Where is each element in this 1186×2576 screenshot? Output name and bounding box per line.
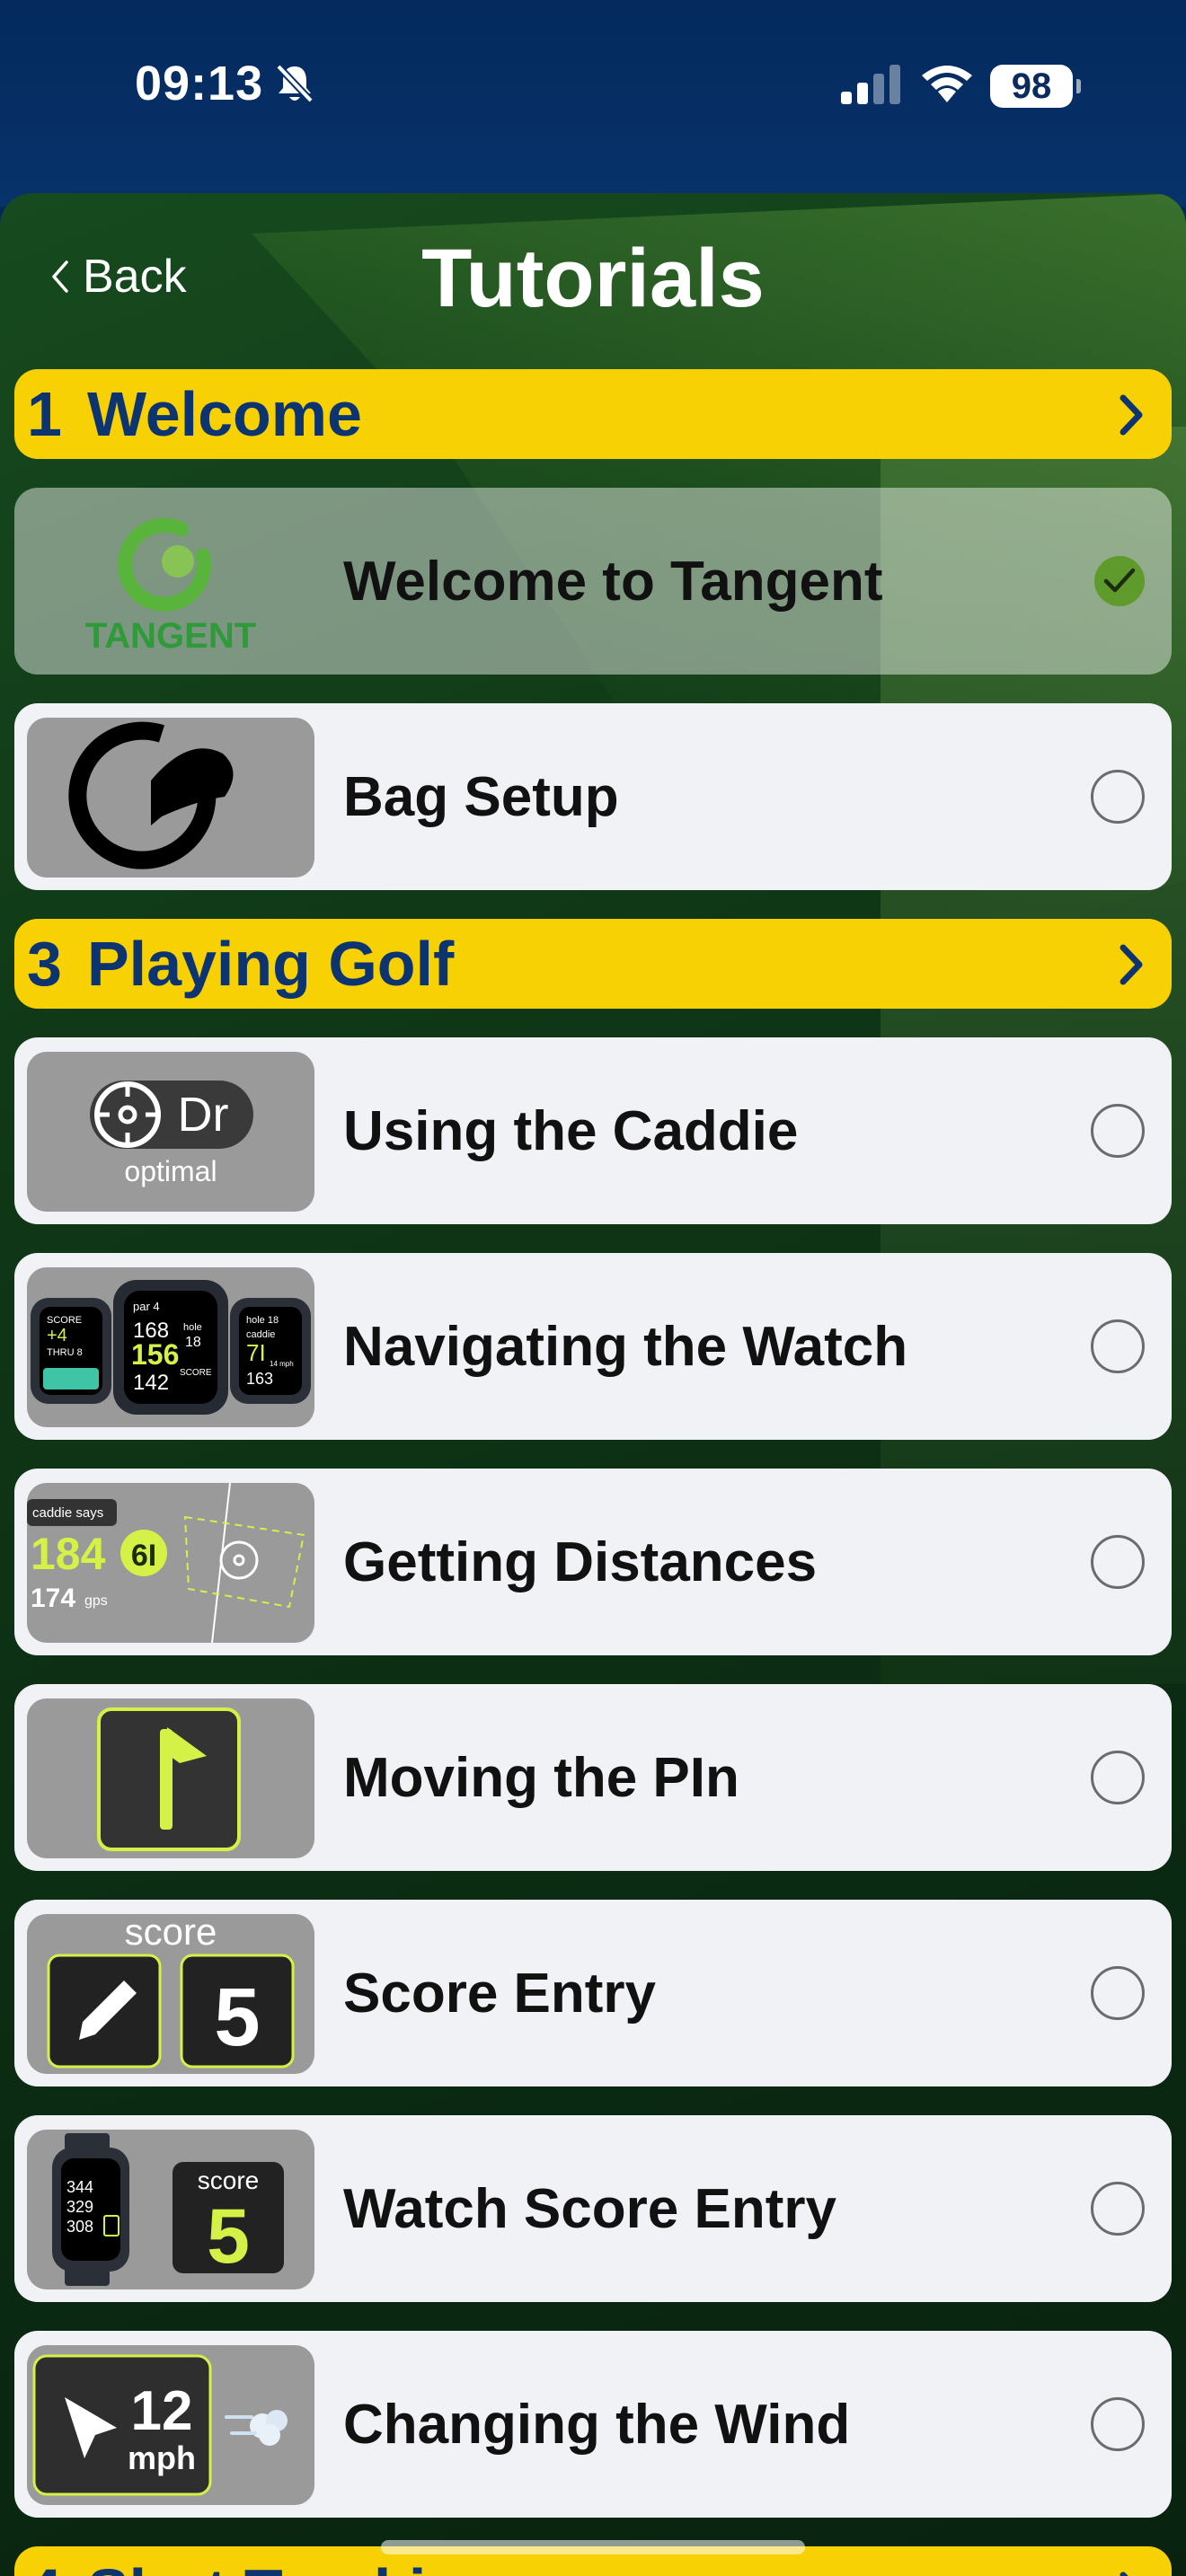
incomplete-radio-icon	[1091, 1751, 1145, 1804]
bell-muted-icon	[276, 64, 314, 103]
chevron-right-icon	[1120, 944, 1143, 985]
section-title: Shot Tracking	[87, 2555, 503, 2576]
status-time: 09:13	[135, 57, 264, 110]
tutorial-row-watch-score-entry[interactable]: 344 329 308 score 5 Watch Score Entry	[14, 2115, 1172, 2302]
tangent-logo-text: TANGENT	[85, 616, 256, 656]
svg-text:7I: 7I	[246, 1339, 266, 1366]
incomplete-radio-icon	[1091, 770, 1145, 824]
section-number: 3	[27, 929, 62, 999]
svg-text:5: 5	[207, 2193, 250, 2280]
tutorial-row-bag-setup[interactable]: Bag Setup	[14, 703, 1172, 890]
wifi-icon	[922, 66, 972, 102]
svg-text:optimal: optimal	[124, 1155, 217, 1187]
watch-score-icon: 344 329 308 score 5	[27, 2130, 314, 2289]
chevron-right-icon	[1120, 394, 1143, 436]
tutorial-label: Using the Caddie	[343, 1099, 799, 1162]
tutorial-label: Changing the Wind	[343, 2393, 851, 2456]
tutorial-label: Welcome to Tangent	[343, 550, 883, 613]
svg-text:18: 18	[185, 1335, 201, 1350]
tutorial-label: Navigating the Watch	[343, 1315, 908, 1378]
svg-text:184: 184	[31, 1529, 106, 1579]
svg-text:THRU 8: THRU 8	[47, 1347, 83, 1358]
svg-text:mph: mph	[128, 2439, 196, 2476]
svg-text:5: 5	[214, 1972, 260, 2063]
wind-icon: 12 mph	[27, 2345, 314, 2505]
caddie-icon: Dr optimal	[27, 1052, 314, 1212]
tutorial-row-getting-distances[interactable]: caddie says 184 6I 174 gps Getting Dista…	[14, 1469, 1172, 1655]
svg-text:156: 156	[131, 1338, 179, 1371]
tangent-logo-icon: TANGENT	[27, 502, 314, 662]
svg-text:hole 18: hole 18	[246, 1315, 279, 1326]
tutorial-label: Score Entry	[343, 1962, 657, 2025]
section-header-welcome[interactable]: 1 Welcome	[14, 369, 1172, 459]
svg-text:SCORE: SCORE	[47, 1315, 82, 1326]
battery-indicator: 98	[990, 65, 1081, 108]
chevron-right-icon	[1120, 2572, 1128, 2576]
tutorial-row-changing-the-wind[interactable]: 12 mph Changing the Wind	[14, 2331, 1172, 2518]
svg-text:163: 163	[246, 1370, 273, 1388]
pin-flag-icon	[27, 1698, 314, 1858]
incomplete-radio-icon	[1091, 2182, 1145, 2236]
tutorial-label: Bag Setup	[343, 765, 619, 828]
tutorial-row-moving-the-pin[interactable]: Moving the PIn	[14, 1684, 1172, 1871]
section-number: 1	[27, 379, 62, 449]
tutorial-label: Getting Distances	[343, 1531, 818, 1593]
svg-text:12: 12	[131, 2380, 193, 2442]
svg-text:6I: 6I	[131, 1539, 156, 1573]
tutorial-row-score-entry[interactable]: score 5 Score Entry	[14, 1900, 1172, 2086]
incomplete-radio-icon	[1091, 2397, 1145, 2451]
tutorial-row-using-the-caddie[interactable]: Dr optimal Using the Caddie	[14, 1037, 1172, 1224]
svg-text:+4: +4	[47, 1326, 67, 1345]
cellular-signal-icon	[841, 65, 900, 104]
incomplete-radio-icon	[1091, 1535, 1145, 1589]
svg-text:hole: hole	[183, 1322, 202, 1333]
bag-setup-icon	[27, 718, 314, 878]
tutorial-label: Watch Score Entry	[343, 2177, 836, 2240]
svg-text:Dr: Dr	[178, 1088, 229, 1142]
svg-text:14 mph: 14 mph	[270, 1360, 294, 1368]
tutorial-row-welcome-to-tangent[interactable]: TANGENT Welcome to Tangent	[14, 488, 1172, 675]
page-title: Tutorials	[421, 233, 765, 324]
section-header-playing-golf[interactable]: 3 Playing Golf	[14, 919, 1172, 1009]
svg-text:par 4: par 4	[133, 1300, 160, 1313]
svg-text:score: score	[198, 2166, 259, 2194]
svg-text:gps: gps	[84, 1593, 108, 1609]
tutorial-label: Moving the PIn	[343, 1746, 739, 1809]
svg-text:329: 329	[66, 2198, 93, 2216]
home-indicator[interactable]	[381, 2540, 805, 2554]
section-title: Playing Golf	[86, 929, 455, 999]
incomplete-radio-icon	[1091, 1319, 1145, 1373]
svg-text:174: 174	[31, 1584, 75, 1613]
svg-text:score: score	[125, 1914, 217, 1953]
score-entry-icon: score 5	[27, 1914, 314, 2074]
completed-check-icon	[1094, 556, 1145, 606]
svg-text:SCORE: SCORE	[180, 1368, 212, 1378]
svg-text:142: 142	[133, 1371, 169, 1395]
incomplete-radio-icon	[1091, 1966, 1145, 2020]
tutorial-row-navigating-the-watch[interactable]: SCORE +4 THRU 8 hole 18 caddie 7I 163 14…	[14, 1253, 1172, 1440]
svg-text:344: 344	[66, 2178, 93, 2196]
svg-text:caddie says: caddie says	[32, 1505, 103, 1521]
watch-faces-icon: SCORE +4 THRU 8 hole 18 caddie 7I 163 14…	[27, 1267, 314, 1427]
incomplete-radio-icon	[1091, 1104, 1145, 1158]
distances-icon: caddie says 184 6I 174 gps	[27, 1483, 314, 1643]
section-number: 4	[27, 2555, 62, 2576]
section-title: Welcome	[86, 379, 362, 449]
svg-text:308: 308	[66, 2218, 93, 2236]
